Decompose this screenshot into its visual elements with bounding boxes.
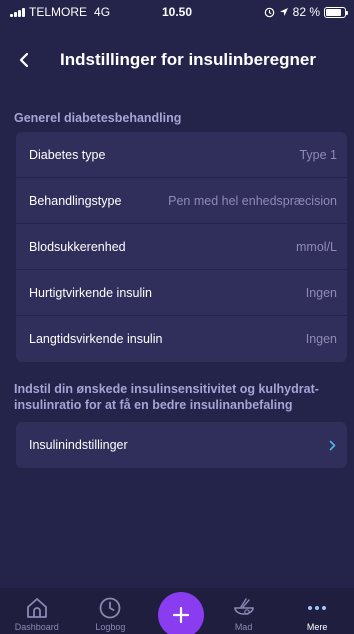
tab-label: Mere <box>306 622 328 632</box>
settings-row-treatment-type[interactable]: Behandlingstype Pen med hel enhedspræcis… <box>16 178 347 224</box>
network-type: 4G <box>94 5 111 19</box>
tab-food[interactable]: Mad <box>214 595 274 632</box>
status-bar: TELMORE 4G 10.50 82 % <box>0 0 354 24</box>
tab-dashboard[interactable]: Dashboard <box>7 595 67 632</box>
add-button[interactable] <box>158 592 204 634</box>
back-button[interactable] <box>12 46 36 74</box>
row-label: Diabetes type <box>29 147 106 162</box>
battery-percentage: 82 % <box>292 5 320 19</box>
page-title: Indstillinger for insulinberegner <box>60 50 316 69</box>
battery-level <box>326 8 341 16</box>
location-arrow-icon <box>279 8 288 16</box>
chevron-left-icon <box>19 52 29 68</box>
nav-header: Indstillinger for insulinberegner <box>0 40 354 80</box>
row-value: Ingen <box>305 285 337 300</box>
signal-strength-icon <box>10 7 25 17</box>
plus-icon <box>172 606 190 624</box>
status-right: 82 % <box>264 5 348 19</box>
general-section-title: Generel diabetesbehandling <box>14 111 182 125</box>
row-label: Insulinindstillinger <box>29 438 128 452</box>
insulin-section-title: Indstil din ønskede insulinsensitivitet … <box>14 381 344 413</box>
row-label: Blodsukkerenhed <box>29 239 126 254</box>
chevron-right-icon <box>327 438 337 452</box>
row-value: Ingen <box>305 332 337 346</box>
row-value: mmol/L <box>296 239 337 254</box>
row-label: Behandlingstype <box>29 193 122 208</box>
home-icon <box>24 595 50 621</box>
tab-more[interactable]: Mere <box>287 595 347 632</box>
insulin-section-title-line1: Indstil din ønskede insulinsensitivitet … <box>14 382 319 396</box>
row-value: Type 1 <box>299 147 337 162</box>
bowl-icon <box>231 595 257 621</box>
tab-label: Logbog <box>95 622 126 632</box>
row-label: Langtidsvirkende insulin <box>29 332 163 346</box>
tab-label: Dashboard <box>14 622 59 632</box>
more-dots-icon <box>304 595 330 621</box>
carrier-name: TELMORE <box>29 5 88 19</box>
settings-row-diabetes-type[interactable]: Diabetes type Type 1 <box>16 132 347 178</box>
insulin-settings-row[interactable]: Insulinindstillinger <box>16 422 347 468</box>
settings-row-rapid-insulin[interactable]: Hurtigtvirkende insulin Ingen <box>16 270 347 316</box>
status-left: TELMORE 4G <box>10 5 110 19</box>
tab-label: Mad <box>234 622 253 632</box>
settings-row-blood-sugar-unit[interactable]: Blodsukkerenhed mmol/L <box>16 224 347 270</box>
insulin-section-title-line2: insulinratio for at få en bedre insulina… <box>14 398 293 412</box>
battery-icon <box>324 6 348 18</box>
row-value: Pen med hel enhedspræcision <box>168 193 337 208</box>
general-settings-card: Diabetes type Type 1 Behandlingstype Pen… <box>16 132 347 362</box>
clock-icon <box>97 595 123 621</box>
tab-logbook[interactable]: Logbog <box>80 595 140 632</box>
row-label: Hurtigtvirkende insulin <box>29 285 152 300</box>
insulin-settings-card: Insulinindstillinger <box>16 422 347 468</box>
settings-row-long-acting-insulin[interactable]: Langtidsvirkende insulin Ingen <box>16 316 347 362</box>
alarm-icon <box>264 7 274 17</box>
